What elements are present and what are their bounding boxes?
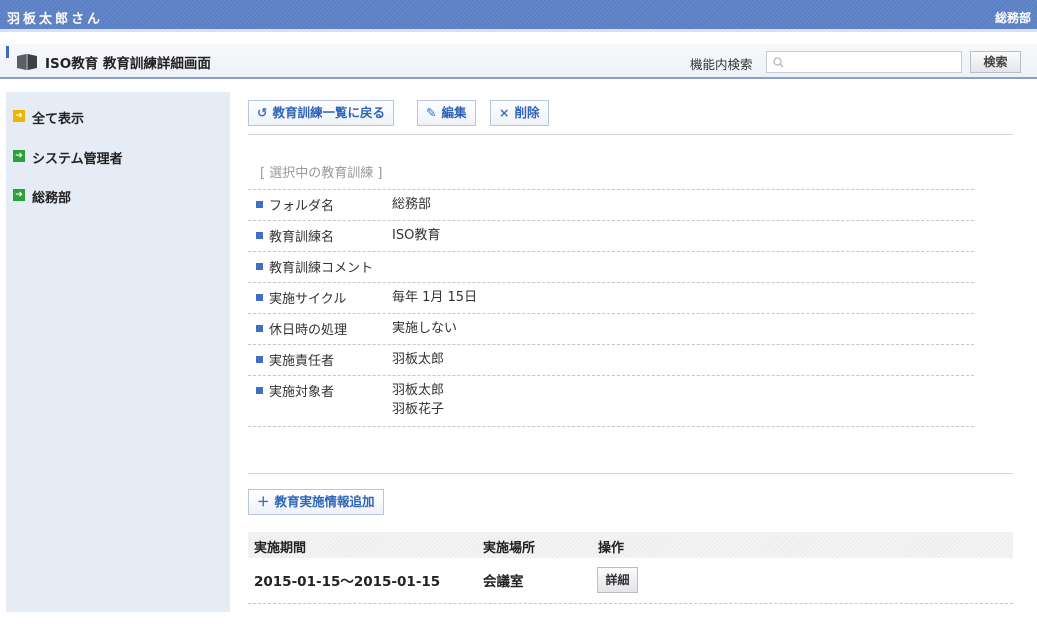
column-header-action: 操作 xyxy=(598,541,625,556)
user-name: 羽板太郎さん xyxy=(7,12,104,27)
detail-value: 実施しない xyxy=(392,321,458,336)
detail-value: ISO教育 xyxy=(392,228,441,243)
bullet-icon xyxy=(256,294,263,301)
search-icon xyxy=(773,57,784,68)
delete-button-label: 削除 xyxy=(514,105,540,120)
detail-value: 羽板花子 xyxy=(392,402,445,417)
column-header-period: 実施期間 xyxy=(254,541,307,556)
table-row-separator xyxy=(248,603,1013,604)
detail-end-line xyxy=(248,426,974,427)
detail-row-responsible: 実施責任者 羽板太郎 xyxy=(248,344,974,375)
detail-label: 教育訓練コメント xyxy=(269,261,374,276)
detail-label: 実施責任者 xyxy=(269,354,335,369)
page-title: ISO教育 教育訓練詳細画面 xyxy=(45,56,211,72)
detail-value: 羽板太郎 xyxy=(392,352,445,367)
yellow-arrow-icon: ➔ xyxy=(13,110,25,122)
back-button-label: 教育訓練一覧に戻る xyxy=(272,105,385,120)
detail-row-holiday: 休日時の処理 実施しない xyxy=(248,313,974,344)
table-header: 実施期間 実施場所 操作 xyxy=(248,532,1013,558)
cell-place: 会議室 xyxy=(483,574,524,590)
detail-label: 実施対象者 xyxy=(269,385,335,400)
plus-icon: ＋ xyxy=(257,494,270,509)
search-button[interactable]: 検索 xyxy=(970,51,1021,73)
search-input[interactable] xyxy=(766,51,962,73)
detail-button[interactable]: 詳細 xyxy=(597,567,638,593)
department-label: 総務部 xyxy=(994,11,1031,25)
detail-row-cycle: 実施サイクル 毎年 1月 15日 xyxy=(248,282,974,313)
detail-row-targets: 実施対象者 羽板太郎 羽板花子 xyxy=(248,375,974,426)
green-arrow-icon: ➔ xyxy=(13,150,25,162)
bullet-icon xyxy=(256,201,263,208)
title-accent xyxy=(6,46,9,58)
detail-row-comment: 教育訓練コメント xyxy=(248,251,974,282)
book-icon xyxy=(17,54,37,70)
detail-row-folder: フォルダ名 総務部 xyxy=(248,189,974,220)
detail-label: フォルダ名 xyxy=(269,199,335,214)
sidebar: ➔ 全て表示 ➔ システム管理者 ➔ 総務部 xyxy=(6,92,230,612)
top-header: 羽板太郎さん 総務部 xyxy=(0,0,1037,32)
bullet-icon xyxy=(256,356,263,363)
search-label: 機能内検索 xyxy=(690,57,753,72)
column-header-place: 実施場所 xyxy=(483,541,536,556)
cell-period: 2015-01-15〜2015-01-15 xyxy=(254,574,441,590)
edit-button[interactable]: ✎ 編集 xyxy=(417,100,476,126)
back-to-list-button[interactable]: ↺ 教育訓練一覧に戻る xyxy=(248,100,394,126)
detail-label: 教育訓練名 xyxy=(269,230,335,245)
detail-value: 毎年 1月 15日 xyxy=(392,290,478,305)
edit-button-label: 編集 xyxy=(441,105,467,120)
detail-label: 休日時の処理 xyxy=(269,323,348,338)
bullet-icon xyxy=(256,325,263,332)
add-implementation-button[interactable]: ＋ 教育実施情報追加 xyxy=(248,489,384,515)
detail-label: 実施サイクル xyxy=(269,292,347,307)
section-title: [ 選択中の教育訓練 ] xyxy=(260,166,383,181)
sidebar-item-label: 総務部 xyxy=(32,191,72,206)
close-icon: × xyxy=(499,105,510,120)
title-bar: ISO教育 教育訓練詳細画面 機能内検索 検索 xyxy=(0,44,1037,79)
green-arrow-icon: ➔ xyxy=(13,189,25,201)
back-arrow-icon: ↺ xyxy=(257,105,268,120)
sidebar-item-label: 全て表示 xyxy=(32,112,85,127)
bullet-icon xyxy=(256,387,263,394)
detail-value: 総務部 xyxy=(392,197,432,212)
bullet-icon xyxy=(256,263,263,270)
divider xyxy=(248,473,1013,474)
bullet-icon xyxy=(256,232,263,239)
sidebar-item-label: システム管理者 xyxy=(32,152,123,167)
pencil-icon: ✎ xyxy=(426,105,437,120)
add-button-label: 教育実施情報追加 xyxy=(274,494,375,509)
detail-value: 羽板太郎 xyxy=(392,383,445,398)
detail-row-training-name: 教育訓練名 ISO教育 xyxy=(248,220,974,251)
delete-button[interactable]: × 削除 xyxy=(490,100,549,126)
divider xyxy=(248,134,1013,135)
